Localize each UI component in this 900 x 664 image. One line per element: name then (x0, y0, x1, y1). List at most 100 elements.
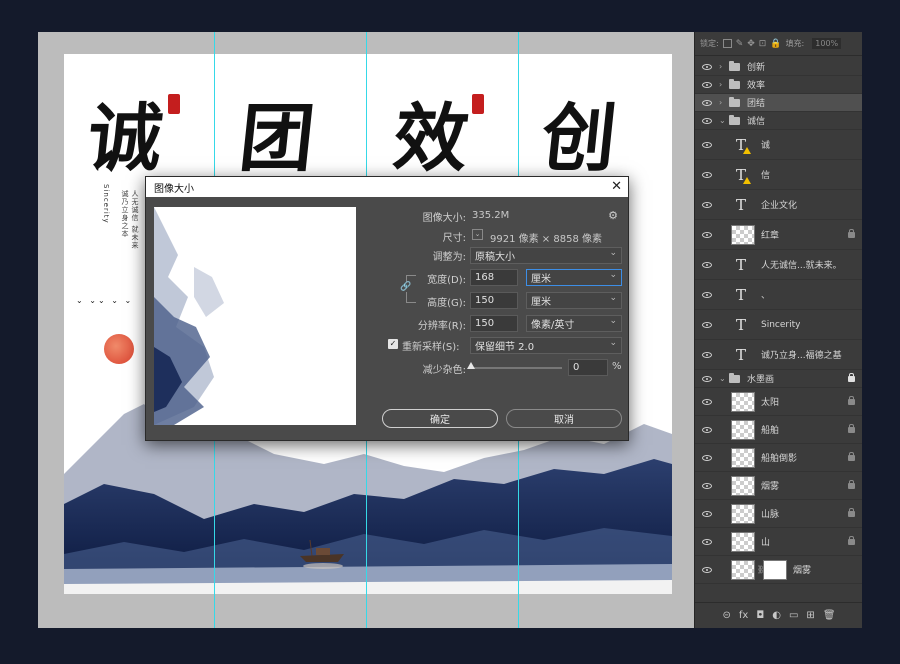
eye-icon[interactable] (702, 426, 712, 433)
resample-select[interactable]: 保留细节 2.0 ⌄ (470, 337, 622, 354)
layer-name: 创新 (747, 63, 766, 73)
chevron-right-icon[interactable]: › (719, 80, 722, 89)
delete-layer-icon[interactable]: 🗑 (823, 610, 836, 621)
warning-icon (743, 177, 751, 184)
lock-icon[interactable] (848, 228, 855, 238)
gear-icon[interactable]: ⚙ (608, 209, 618, 222)
birds-decoration: ⌄ ⌄⌄ ⌄ ⌄ (76, 296, 134, 305)
layer-row[interactable]: › 团结 (695, 94, 862, 112)
cancel-button[interactable]: 取消 (506, 409, 622, 428)
ok-button[interactable]: 确定 (382, 409, 498, 428)
reduce-noise-input[interactable]: 0 (568, 359, 608, 376)
eye-icon[interactable] (702, 291, 712, 298)
add-mask-icon[interactable]: ◘ (756, 610, 764, 621)
dimensions-row: 尺寸: (376, 227, 466, 245)
reduce-noise-slider-track[interactable] (470, 367, 562, 369)
layer-name: 团结 (747, 99, 766, 109)
lock-move-icon[interactable]: ✥ (747, 39, 755, 49)
layer-row[interactable]: 船舶 (695, 416, 862, 444)
layer-row[interactable]: ⌄ 水墨画 (695, 370, 862, 388)
link-layers-icon[interactable]: ⊝ (722, 610, 730, 621)
image-preview[interactable] (154, 207, 356, 425)
eye-icon[interactable] (702, 566, 712, 573)
eye-icon[interactable] (702, 99, 712, 106)
layer-row[interactable]: › 效率 (695, 76, 862, 94)
layer-row[interactable]: › 创新 (695, 58, 862, 76)
eye-icon[interactable] (702, 538, 712, 545)
new-group-icon[interactable]: ▭ (789, 610, 798, 621)
layer-row[interactable]: 烟雾 (695, 472, 862, 500)
layer-row[interactable]: ⛓ 烟雾 (695, 556, 862, 584)
resolution-row: 分辨率(R): (376, 315, 466, 333)
resample-checkbox[interactable]: ✓ (388, 339, 398, 349)
layer-name: 山 (761, 538, 771, 548)
lock-all-icon[interactable]: 🔒 (770, 39, 781, 49)
lock-icon[interactable] (848, 372, 855, 382)
lock-icon[interactable] (848, 479, 855, 489)
eye-icon[interactable] (702, 261, 712, 268)
eye-icon[interactable] (702, 321, 712, 328)
eye-icon[interactable] (702, 231, 712, 238)
lock-brush-icon[interactable]: ✎ (736, 39, 744, 49)
layer-row[interactable]: T Sincerity (695, 310, 862, 340)
image-size-dialog[interactable]: 图像大小 ✕ 图像大小: 335.2M ⚙ 尺寸: ⌄ 9921 像素 × 88… (145, 176, 629, 441)
eye-icon[interactable] (702, 171, 712, 178)
fx-icon[interactable]: fx (739, 610, 748, 621)
reduce-noise-slider-handle[interactable] (467, 362, 475, 369)
dialog-titlebar[interactable]: 图像大小 ✕ (146, 177, 628, 197)
eye-icon[interactable] (702, 398, 712, 405)
eye-icon[interactable] (702, 201, 712, 208)
layer-row[interactable]: 山脉 (695, 500, 862, 528)
resolution-label: 分辨率(R): (417, 320, 466, 332)
layer-row[interactable]: T 企业文化 (695, 190, 862, 220)
height-unit-select[interactable]: 厘米 ⌄ (526, 292, 622, 309)
new-layer-icon[interactable]: ⊞ (806, 610, 814, 621)
chevron-right-icon[interactable]: › (719, 98, 722, 107)
layer-row[interactable]: T 诚乃立身...福德之基 (695, 340, 862, 370)
chevron-down-icon[interactable]: ⌄ (472, 229, 483, 240)
layer-row[interactable]: 红章 (695, 220, 862, 250)
chevron-right-icon[interactable]: › (719, 62, 722, 71)
close-icon[interactable]: ✕ (611, 179, 622, 194)
eye-icon[interactable] (702, 482, 712, 489)
layer-mask-thumbnail[interactable] (763, 559, 787, 580)
layer-name: 诚信 (747, 117, 766, 127)
reduce-noise-row: 减少杂色: (376, 359, 466, 377)
layer-row[interactable]: T 人无诚信...就未来。 (695, 250, 862, 280)
width-input[interactable]: 168 (470, 269, 518, 286)
fit-to-value: 原稿大小 (475, 252, 515, 263)
resolution-unit-select[interactable]: 像素/英寸 ⌄ (526, 315, 622, 332)
layer-row[interactable]: ⌄ 诚信 (695, 112, 862, 130)
layer-row[interactable]: T 、 (695, 280, 862, 310)
lock-transparent-icon[interactable] (722, 39, 732, 48)
layers-panel[interactable]: 锁定: ✎ ✥ ⊡ 🔒 填充: 100% › 创新 › 效率 › 团结 ⌄ 诚信… (694, 32, 862, 628)
layer-row[interactable]: 船舶倒影 (695, 444, 862, 472)
lock-icon[interactable] (848, 395, 855, 405)
eye-icon[interactable] (702, 375, 712, 382)
lock-icon[interactable] (848, 507, 855, 517)
lock-icon[interactable] (848, 451, 855, 461)
eye-icon[interactable] (702, 454, 712, 461)
eye-icon[interactable] (702, 510, 712, 517)
eye-icon[interactable] (702, 141, 712, 148)
eye-icon[interactable] (702, 351, 712, 358)
resolution-input[interactable]: 150 (470, 315, 518, 332)
adjustment-layer-icon[interactable]: ◐ (772, 610, 781, 621)
chevron-down-icon[interactable]: ⌄ (719, 116, 726, 125)
layer-row[interactable]: T 信 (695, 160, 862, 190)
layer-name: 诚乃立身...福德之基 (761, 351, 842, 361)
layer-row[interactable]: 太阳 (695, 388, 862, 416)
eye-icon[interactable] (702, 81, 712, 88)
height-input[interactable]: 150 (470, 292, 518, 309)
chevron-down-icon[interactable]: ⌄ (719, 374, 726, 383)
lock-icon[interactable] (848, 423, 855, 433)
fill-input[interactable]: 100% (812, 38, 842, 49)
fit-to-select[interactable]: 原稿大小 ⌄ (470, 247, 622, 264)
layer-row[interactable]: T 诚 (695, 130, 862, 160)
width-unit-select[interactable]: 厘米 ⌄ (526, 269, 622, 286)
layer-row[interactable]: 山 (695, 528, 862, 556)
eye-icon[interactable] (702, 63, 712, 70)
lock-icon[interactable] (848, 535, 855, 545)
eye-icon[interactable] (702, 117, 712, 124)
lock-artboard-icon[interactable]: ⊡ (759, 39, 767, 49)
